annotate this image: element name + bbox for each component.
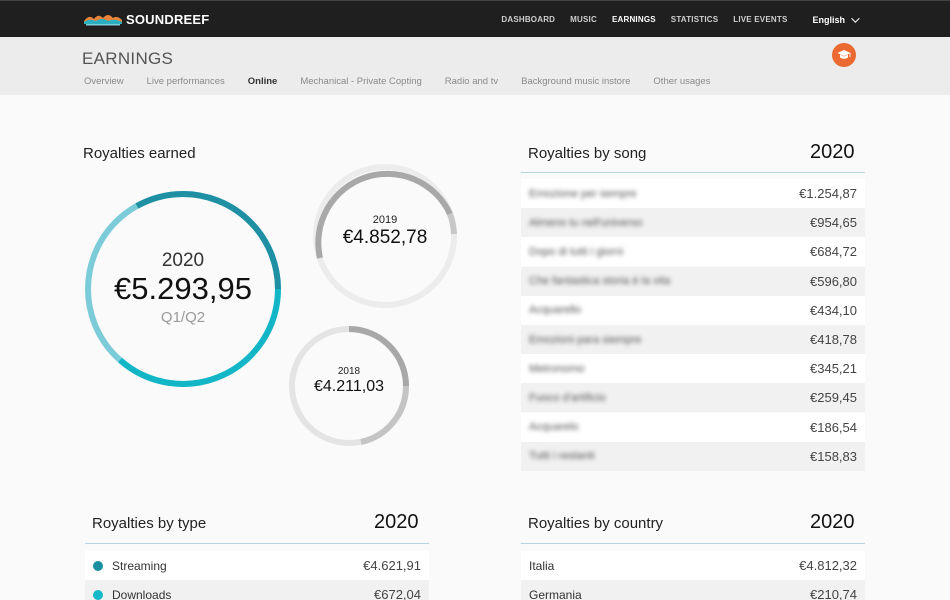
page-header: EARNINGS Overview Live performances Onli… bbox=[0, 37, 950, 95]
language-label: English bbox=[812, 14, 845, 25]
song-row: Almeno tu nell'universo €954,65 bbox=[521, 208, 865, 238]
song-row-value: €954,65 bbox=[810, 215, 857, 231]
donut-2019-label: 2019 €4.852,78 bbox=[311, 214, 459, 249]
type-row-value: €672,04 bbox=[374, 587, 421, 600]
donut-2019-year: 2019 bbox=[372, 214, 398, 226]
nav-live-events[interactable]: LIVE EVENTS bbox=[733, 15, 787, 24]
song-row: Dopo di tutti i giorni €684,72 bbox=[521, 237, 865, 267]
nav-statistics[interactable]: STATISTICS bbox=[671, 15, 718, 24]
type-row: Streaming €4.621,91 bbox=[85, 551, 429, 580]
song-row: Acquarello €434,10 bbox=[521, 295, 865, 325]
country-row-value: €4.812,32 bbox=[799, 558, 857, 573]
legend-dot-icon bbox=[93, 589, 103, 600]
tab-other-usages[interactable]: Other usages bbox=[653, 76, 710, 87]
royalties-by-country-year: 2020 bbox=[810, 511, 855, 533]
type-row-name: Downloads bbox=[112, 587, 172, 600]
song-row-value: €684,72 bbox=[810, 244, 857, 260]
tab-radio-and-tv[interactable]: Radio and tv bbox=[445, 76, 498, 87]
legend-dot-icon bbox=[93, 560, 103, 571]
song-row-name: Acquarello bbox=[529, 304, 581, 317]
song-row-name: Emozione per sempre bbox=[529, 187, 637, 200]
help-button[interactable] bbox=[832, 43, 856, 67]
royalties-by-country-heading: Royalties by country bbox=[528, 515, 664, 532]
donut-2018-label: 2018 €4.211,03 bbox=[287, 366, 411, 396]
nav-music[interactable]: MUSIC bbox=[570, 15, 597, 24]
song-row: Metronomo €345,21 bbox=[521, 354, 865, 384]
song-row-name: Almeno tu nell'universo bbox=[529, 216, 643, 229]
donut-2020-amount: €5.293,95 bbox=[114, 271, 252, 306]
earnings-tabs: Overview Live performances Online Mechan… bbox=[84, 76, 733, 87]
song-row-value: €186,54 bbox=[810, 419, 857, 435]
song-row-value: €1.254,87 bbox=[799, 186, 857, 201]
tab-live-performances[interactable]: Live performances bbox=[147, 76, 225, 87]
royalties-by-type-divider bbox=[85, 543, 429, 544]
royalties-by-song-year: 2020 bbox=[810, 141, 855, 163]
song-row-name: Acquarelo bbox=[529, 421, 579, 434]
song-row-value: €345,21 bbox=[810, 361, 857, 377]
country-row-value: €210,74 bbox=[810, 587, 857, 600]
song-row-name: Emozioni para siempre bbox=[529, 333, 642, 346]
song-row-value: €418,78 bbox=[810, 332, 857, 347]
song-row-value: €158,83 bbox=[810, 448, 857, 464]
royalties-by-country-divider bbox=[521, 543, 865, 544]
country-row-name: Italia bbox=[529, 558, 555, 573]
language-selector[interactable]: English bbox=[812, 13, 860, 25]
brand-name: SOUNDREEF bbox=[126, 11, 210, 27]
song-row-value: €259,45 bbox=[810, 390, 857, 406]
royalties-by-song-heading: Royalties by song bbox=[528, 145, 647, 162]
donut-2020-label: 2020 €5.293,95 Q1/Q2 bbox=[82, 250, 284, 326]
soundreef-logo[interactable]: SOUNDREEF bbox=[84, 10, 209, 28]
nav-earnings[interactable]: EARNINGS bbox=[612, 15, 656, 24]
song-row: Acquarelo €186,54 bbox=[521, 412, 865, 442]
country-row: Italia €4.812,32 bbox=[521, 551, 865, 580]
page-title: EARNINGS bbox=[82, 49, 174, 68]
type-row-name: Streaming bbox=[112, 558, 167, 573]
type-row: Downloads €672,04 bbox=[85, 580, 429, 600]
song-row-name: Dopo di tutti i giorni bbox=[529, 245, 624, 258]
song-row-value: €596,80 bbox=[810, 273, 857, 289]
royalties-by-song-divider bbox=[521, 172, 865, 173]
song-row-name: Tutti i restanti bbox=[529, 450, 595, 463]
donut-2018-amount: €4.211,03 bbox=[314, 378, 384, 395]
royalties-by-type-heading: Royalties by type bbox=[92, 515, 207, 532]
song-row-name: Che fantastica storia è la vita bbox=[529, 275, 671, 288]
song-row: Che fantastica storia è la vita €596,80 bbox=[521, 266, 865, 296]
nav-dashboard[interactable]: DASHBOARD bbox=[501, 15, 555, 24]
tab-mechanical-private-copying[interactable]: Mechanical - Private Copting bbox=[300, 76, 421, 87]
song-row-value: €434,10 bbox=[810, 302, 857, 318]
donut-2019-amount: €4.852,78 bbox=[342, 227, 428, 248]
donut-2018-year: 2018 bbox=[337, 366, 361, 377]
type-row-value: €4.621,91 bbox=[363, 558, 421, 573]
song-row: Tutti i restanti €158,83 bbox=[521, 441, 865, 471]
song-row-name: Metronomo bbox=[529, 362, 585, 375]
donut-2020-year: 2020 bbox=[161, 250, 205, 271]
main-nav: DASHBOARD MUSIC EARNINGS STATISTICS LIVE… bbox=[486, 1, 860, 38]
song-row: Emozione per sempre €1.254,87 bbox=[521, 179, 865, 208]
royalties-earned-heading: Royalties earned bbox=[83, 145, 196, 162]
song-row: Emozioni para siempre €418,78 bbox=[521, 325, 865, 354]
graduation-cap-icon bbox=[837, 50, 851, 59]
top-navigation-bar: SOUNDREEF DASHBOARD MUSIC EARNINGS STATI… bbox=[0, 0, 950, 37]
royalties-by-type-year: 2020 bbox=[374, 511, 419, 533]
song-row-name: Fuoco d'artificio bbox=[529, 391, 606, 404]
donut-2020-period: Q1/Q2 bbox=[160, 309, 206, 326]
tab-online[interactable]: Online bbox=[248, 76, 278, 87]
tab-background-music-instore[interactable]: Background music instore bbox=[521, 76, 630, 87]
soundwave-logo-icon bbox=[84, 15, 122, 26]
donut-2020-segment-dark-2 bbox=[135, 191, 184, 209]
country-row: Germania €210,74 bbox=[521, 580, 865, 600]
country-row-name: Germania bbox=[529, 587, 582, 600]
chevron-down-icon bbox=[851, 13, 860, 23]
song-row: Fuoco d'artificio €259,45 bbox=[521, 383, 865, 413]
tab-overview[interactable]: Overview bbox=[84, 76, 124, 87]
